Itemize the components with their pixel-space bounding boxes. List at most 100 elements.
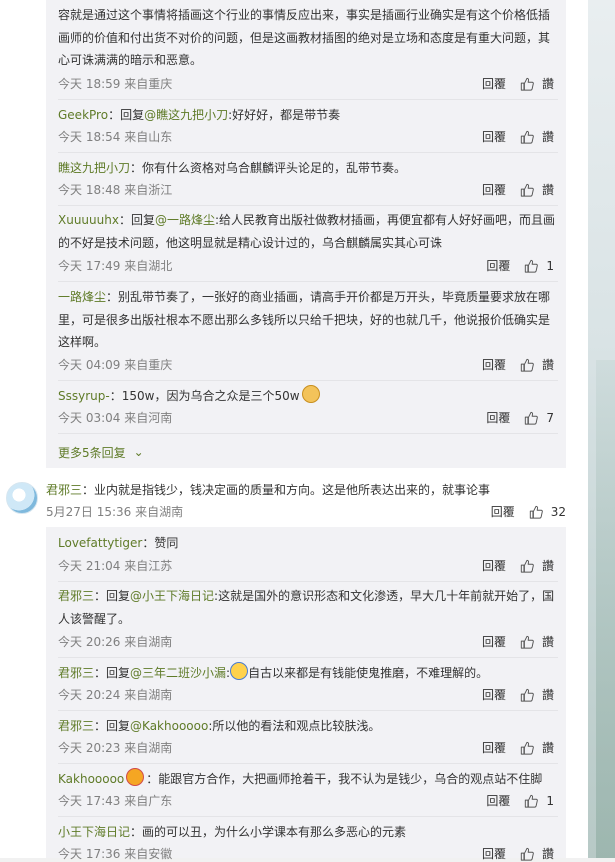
reply-mention[interactable]: @瞧这九把小刀 [144,108,228,122]
reply-text-line: 这样啊。 [58,335,107,349]
like-count: 1 [546,794,554,808]
reply-button[interactable]: 回覆 [482,846,506,862]
reply-username[interactable]: Xuuuuuhx [58,213,119,227]
reply-item: 瞧这九把小刀：你有什么资格对乌合麒麟评头论足的，乱带节奏。 [58,157,558,180]
like-button[interactable]: 7 [524,410,554,426]
reply-timestamp: 今天 20:24 来自湖南 [58,688,173,702]
more-replies-link[interactable]: 更多5条回复 ⌄ [58,444,144,461]
reply-item: Xuuuuuhx：回复@一路烽尘:给人民教育出版社做教材插画，再便宜都有人好好画… [58,209,558,254]
like-button[interactable]: 讚 [520,76,554,92]
divider [58,433,558,434]
reply-button[interactable]: 回覆 [482,182,506,198]
reply-button[interactable]: 回覆 [482,740,506,756]
reply-text: ：你有什么资格对乌合麒麟评头论足的，乱带节奏。 [130,161,407,175]
reply-username[interactable]: Sssyrup- [58,389,110,403]
reply-button[interactable]: 回覆 [482,76,506,92]
reply-text: ：150w，因为乌合之众是三个50w [109,389,300,403]
divider [58,281,558,282]
reply-text: ：画的可以丑，为什么小学课本有那么多恶心的元素 [130,825,407,839]
like-button[interactable]: 讚 [520,357,554,373]
like-button[interactable]: 讚 [520,558,554,574]
reply-button[interactable]: 回覆 [482,558,506,574]
emoji-icon [126,768,145,786]
avatar[interactable] [6,482,38,514]
like-label: 讚 [541,688,554,702]
like-count: 7 [546,411,554,425]
thumbs-up-icon [520,77,534,91]
reply-item: 君邪三：回复@Kakhooooo:所以他的看法和观点比较肤浅。 [58,715,558,738]
chevron-down-icon: ⌄ [133,445,144,459]
reply-timestamp: 今天 20:23 来自湖南 [58,741,173,755]
reply-username[interactable]: 君邪三 [58,719,94,733]
like-label: 讚 [541,847,554,861]
emoji-icon [230,662,249,680]
reply-button[interactable]: 回覆 [482,357,506,373]
reply-timestamp: 今天 18:59 来自重庆 [58,77,173,91]
reply-meta: 今天 18:48 来自浙江 回覆 讚 [58,182,554,198]
reply-mention[interactable]: @小王下海日记 [130,589,214,603]
reply-item: GeekPro：回复@瞧这九把小刀:好好好，都是带节奏 [58,104,558,127]
like-label: 讚 [541,130,554,144]
reply-button[interactable]: 回覆 [482,687,506,703]
reply-text-line: 画师的价值和付出货不对价的问题，但是这画教材插图的绝对是立场和态度是有重大问题，… [58,30,551,45]
reply-text: ：能跟官方合作，大把画师抢着干，我不认为是钱少，乌合的观点站不住脚 [146,772,543,786]
reply-username[interactable]: 一路烽尘 [58,290,106,304]
like-label: 讚 [541,77,554,91]
reply-username[interactable]: Lovefattytiger [58,536,142,550]
like-button[interactable]: 1 [524,793,554,809]
reply-button[interactable]: 回覆 [486,410,510,426]
reply-text-after: 自古以来都是有钱能使鬼推磨，不难理解的。 [248,666,489,680]
comment-card: 容就是通过这个事情将插画这个行业的事情反应出来，事实是插画行业确实是有这个价格低… [0,0,588,861]
like-button[interactable]: 讚 [520,687,554,703]
reply-item: 一路烽尘：别乱带节奏了，一张好的商业插画，请高手开价都是万开头，毕竟质量要求放在… [58,286,558,354]
reply-item: 小王下海日记：画的可以丑，为什么小学课本有那么多恶心的元素 [58,821,558,844]
reply-timestamp: 今天 04:09 来自重庆 [58,358,173,372]
reply-username[interactable]: Kakhooooo [58,772,124,786]
reply-meta: 今天 04:09 来自重庆 回覆 讚 [58,357,554,373]
divider [58,99,558,100]
reply-item: Lovefattytiger：赞同 [58,532,558,555]
like-count: 1 [546,259,554,273]
divider [58,581,558,582]
comment-meta: 5月27日 15:36 来自湖南 回覆 32 [46,504,566,520]
reply-button[interactable]: 回覆 [482,634,506,650]
thumbs-up-icon [529,505,543,519]
reply-item: 君邪三：回复@三年二班沙小漏: 自古以来都是有钱能使鬼推磨，不难理解的。 [58,662,558,685]
reply-timestamp: 今天 17:36 来自安徽 [58,847,173,861]
reply-username[interactable]: 瞧这九把小刀 [58,161,130,175]
like-label: 讚 [541,741,554,755]
thumbs-up-icon [520,183,534,197]
reply-mention[interactable]: @一路烽尘 [155,213,215,227]
like-button[interactable]: 讚 [520,129,554,145]
like-button[interactable]: 讚 [520,182,554,198]
reply-meta: 今天 03:04 来自河南 回覆 7 [58,410,554,426]
reply-text-line: 的不好是技术问题，他这明显就是精心设计过的，乌合麒麟属实其心可诛 [58,235,443,250]
reply-mention[interactable]: @三年二班沙小漏 [130,666,226,680]
reply-text: ：赞同 [142,536,179,550]
reply-button[interactable]: 回覆 [482,129,506,145]
comment-username[interactable]: 君邪三 [46,483,82,497]
reply-prefix: ：回复 [94,589,131,603]
reply-mention[interactable]: @Kakhooooo [130,719,208,733]
like-button[interactable]: 讚 [520,634,554,650]
like-button[interactable]: 讚 [520,846,554,862]
thumbs-up-icon [525,411,539,425]
like-button[interactable]: 32 [529,504,566,520]
reply-username[interactable]: 君邪三 [58,589,94,603]
like-button[interactable]: 讚 [520,740,554,756]
reply-username[interactable]: GeekPro [58,108,108,122]
reply-meta: 今天 18:54 来自山东 回覆 讚 [58,129,554,145]
reply-text: ：别乱带节奏了，一张好的商业插画，请高手开价都是万开头，毕竟质量要求放在哪 [106,290,551,304]
like-button[interactable]: 1 [524,258,554,274]
divider [58,152,558,153]
reply-prefix: ：回复 [108,108,145,122]
reply-timestamp: 今天 18:54 来自山东 [58,130,173,144]
reply-button[interactable]: 回覆 [486,258,510,274]
reply-text-line: 里，可是很多出版社根本不愿出那么多钱所以只给千把块，好的也就几千，他说报价低确实… [58,312,551,327]
thumbs-up-icon [520,130,534,144]
reply-button[interactable]: 回覆 [491,504,515,520]
reply-username[interactable]: 小王下海日记 [58,825,130,839]
reply-button[interactable]: 回覆 [486,793,510,809]
thumbs-up-icon [525,794,539,808]
reply-username[interactable]: 君邪三 [58,666,94,680]
